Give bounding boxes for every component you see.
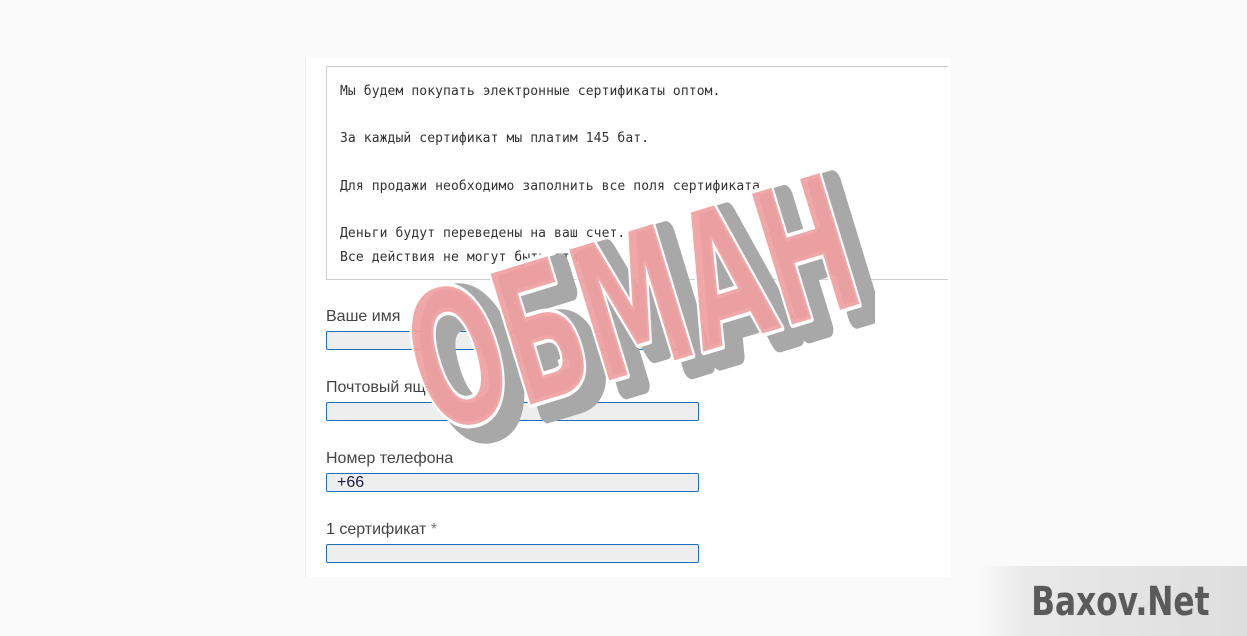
certificate-required-mark: * <box>430 521 438 538</box>
name-label: Ваше имя <box>326 308 400 326</box>
notice-line-2: За каждый сертификат мы платим 145 бат. <box>340 131 650 146</box>
notice-line-5: Все действия не могут быть отменены. <box>340 250 626 265</box>
name-label-text: Ваше имя <box>326 308 401 325</box>
email-label: Почтовый ящик * <box>326 379 452 397</box>
notice-line-1: Мы будем покупать электронные сертификат… <box>340 84 721 99</box>
email-required-mark: * <box>446 379 453 396</box>
certificate-label: 1 сертификат * <box>326 521 437 539</box>
site-watermark: Baxov.Net <box>978 566 1247 636</box>
notice-line-4: Деньги будут переведены на ваш счет. <box>340 226 626 241</box>
name-input[interactable] <box>326 331 699 350</box>
notice-line-3: Для продажи необходимо заполнить все пол… <box>340 179 769 194</box>
email-label-text: Почтовый ящик <box>326 379 442 396</box>
phone-input[interactable] <box>326 473 699 492</box>
phone-label-text: Номер телефона <box>326 450 454 467</box>
certificate-input[interactable] <box>326 544 699 563</box>
email-input[interactable] <box>326 402 699 421</box>
page: Мы будем покупать электронные сертификат… <box>0 0 1247 636</box>
certificate-label-text: 1 сертификат <box>326 521 427 538</box>
notice-box: Мы будем покупать электронные сертификат… <box>326 66 948 280</box>
watermark-text: Baxov.Net <box>1030 579 1209 625</box>
phone-label: Номер телефона <box>326 450 453 468</box>
